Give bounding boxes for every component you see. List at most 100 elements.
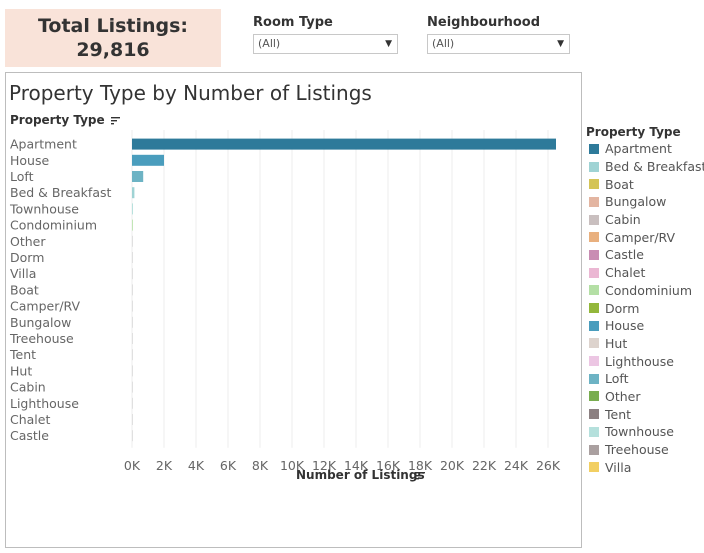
category-label: Cabin <box>10 380 46 395</box>
legend-swatch <box>589 338 599 349</box>
total-listings-title: Total Listings: <box>37 15 189 37</box>
category-label: Chalet <box>10 412 50 427</box>
category-label: Treehouse <box>9 331 74 346</box>
legend-swatch <box>589 391 599 402</box>
bar[interactable] <box>132 219 133 231</box>
category-label: Loft <box>10 169 34 184</box>
legend-swatch <box>589 179 599 190</box>
room-type-select[interactable]: (All) ▼ <box>253 34 398 54</box>
legend-label: Boat <box>605 176 634 192</box>
bar[interactable] <box>132 138 556 150</box>
legend-swatch <box>589 214 599 225</box>
x-axis-label: Number of Listings <box>296 468 425 482</box>
bar[interactable] <box>132 414 133 425</box>
category-label: Other <box>10 234 46 249</box>
legend-label: Cabin <box>605 212 641 228</box>
legend-item[interactable]: House <box>586 317 704 335</box>
category-label: Hut <box>10 363 32 378</box>
legend-item[interactable]: Castle <box>586 246 704 264</box>
legend-label: Loft <box>605 371 629 387</box>
legend-item[interactable]: Dorm <box>586 299 704 317</box>
bar[interactable] <box>132 268 133 280</box>
x-tick-label: 2K <box>156 458 173 473</box>
legend-item[interactable]: Camper/RV <box>586 228 704 246</box>
x-tick-label: 6K <box>220 458 237 473</box>
x-tick-label: 26K <box>536 458 561 473</box>
legend-swatch <box>589 196 599 207</box>
legend-swatch <box>589 462 599 473</box>
bar[interactable] <box>132 333 133 344</box>
room-type-label: Room Type <box>253 15 333 30</box>
chart-panel: Apartment House Loft Bed & Breakfast Townhou… <box>5 72 582 548</box>
legend-swatch <box>589 426 599 437</box>
legend-swatch <box>589 303 599 314</box>
bar[interactable] <box>132 171 144 182</box>
category-label: House <box>10 153 49 168</box>
legend-swatch <box>589 356 599 367</box>
legend-label: Villa <box>605 459 632 475</box>
sort-icon[interactable] <box>416 472 426 480</box>
bar[interactable] <box>132 349 133 361</box>
legend-label: Apartment <box>605 141 672 157</box>
legend-label: Hut <box>605 335 628 351</box>
bar[interactable] <box>132 187 135 199</box>
legend-swatch <box>589 320 599 331</box>
legend-swatch <box>589 444 599 455</box>
category-label: Bungalow <box>10 315 71 330</box>
legend-item[interactable]: Chalet <box>586 264 704 282</box>
bar[interactable] <box>132 284 133 296</box>
legend-swatch <box>589 267 599 278</box>
legend-swatch <box>589 409 599 420</box>
legend-label: Lighthouse <box>605 353 674 369</box>
legend-item[interactable]: Other <box>586 388 704 406</box>
x-tick-label: 24K <box>504 458 529 473</box>
legend-item[interactable]: Condominium <box>586 282 704 300</box>
legend-item[interactable]: Lighthouse <box>586 352 704 370</box>
legend-item[interactable]: Cabin <box>586 211 704 229</box>
bar[interactable] <box>132 235 133 247</box>
neighbourhood-select[interactable]: (All) ▼ <box>427 34 570 54</box>
bar[interactable] <box>132 397 133 409</box>
legend-item[interactable]: Hut <box>586 335 704 353</box>
chart-title: Property Type by Number of Listings <box>9 81 372 105</box>
neighbourhood-filter: Neighbourhood (All) ▼ <box>427 14 570 54</box>
category-label: Boat <box>10 282 39 297</box>
room-type-value: (All) <box>258 37 281 50</box>
legend-item[interactable]: Bed & Breakfast <box>586 158 704 176</box>
legend-item[interactable]: Loft <box>586 370 704 388</box>
legend-swatch <box>589 285 599 296</box>
bar[interactable] <box>132 154 164 166</box>
category-label: Condominium <box>10 218 97 233</box>
bar[interactable] <box>132 300 133 312</box>
category-header: Property Type <box>10 113 105 127</box>
legend-swatch <box>589 143 599 154</box>
legend-item[interactable]: Apartment <box>586 140 704 158</box>
legend-item[interactable]: Boat <box>586 175 704 193</box>
category-label: Tent <box>9 347 36 362</box>
legend-swatch <box>589 232 599 243</box>
neighbourhood-value: (All) <box>432 37 455 50</box>
sort-icon[interactable] <box>111 117 121 125</box>
legend-swatch <box>589 161 599 172</box>
category-label: Townhouse <box>9 201 79 216</box>
legend-item[interactable]: Treehouse <box>586 441 704 459</box>
legend-item[interactable]: Bungalow <box>586 193 704 211</box>
legend-item[interactable]: Townhouse <box>586 423 704 441</box>
total-listings-value: 29,816 <box>76 39 150 61</box>
legend-item[interactable]: Villa <box>586 458 704 476</box>
bar[interactable] <box>132 203 133 215</box>
chevron-down-icon: ▼ <box>557 39 564 49</box>
bar[interactable] <box>132 316 133 328</box>
category-label: Apartment <box>10 137 77 152</box>
legend-item[interactable]: Tent <box>586 405 704 423</box>
legend-label: Bungalow <box>605 194 667 210</box>
bar[interactable] <box>132 430 133 442</box>
bar[interactable] <box>132 381 133 393</box>
total-listings-card: Total Listings: 29,816 <box>5 9 221 67</box>
legend-swatch <box>589 373 599 384</box>
legend-label: Castle <box>605 247 644 263</box>
bar[interactable] <box>132 252 133 263</box>
bar[interactable] <box>132 365 133 377</box>
legend-label: Tent <box>605 406 632 422</box>
category-label: Villa <box>10 266 36 281</box>
